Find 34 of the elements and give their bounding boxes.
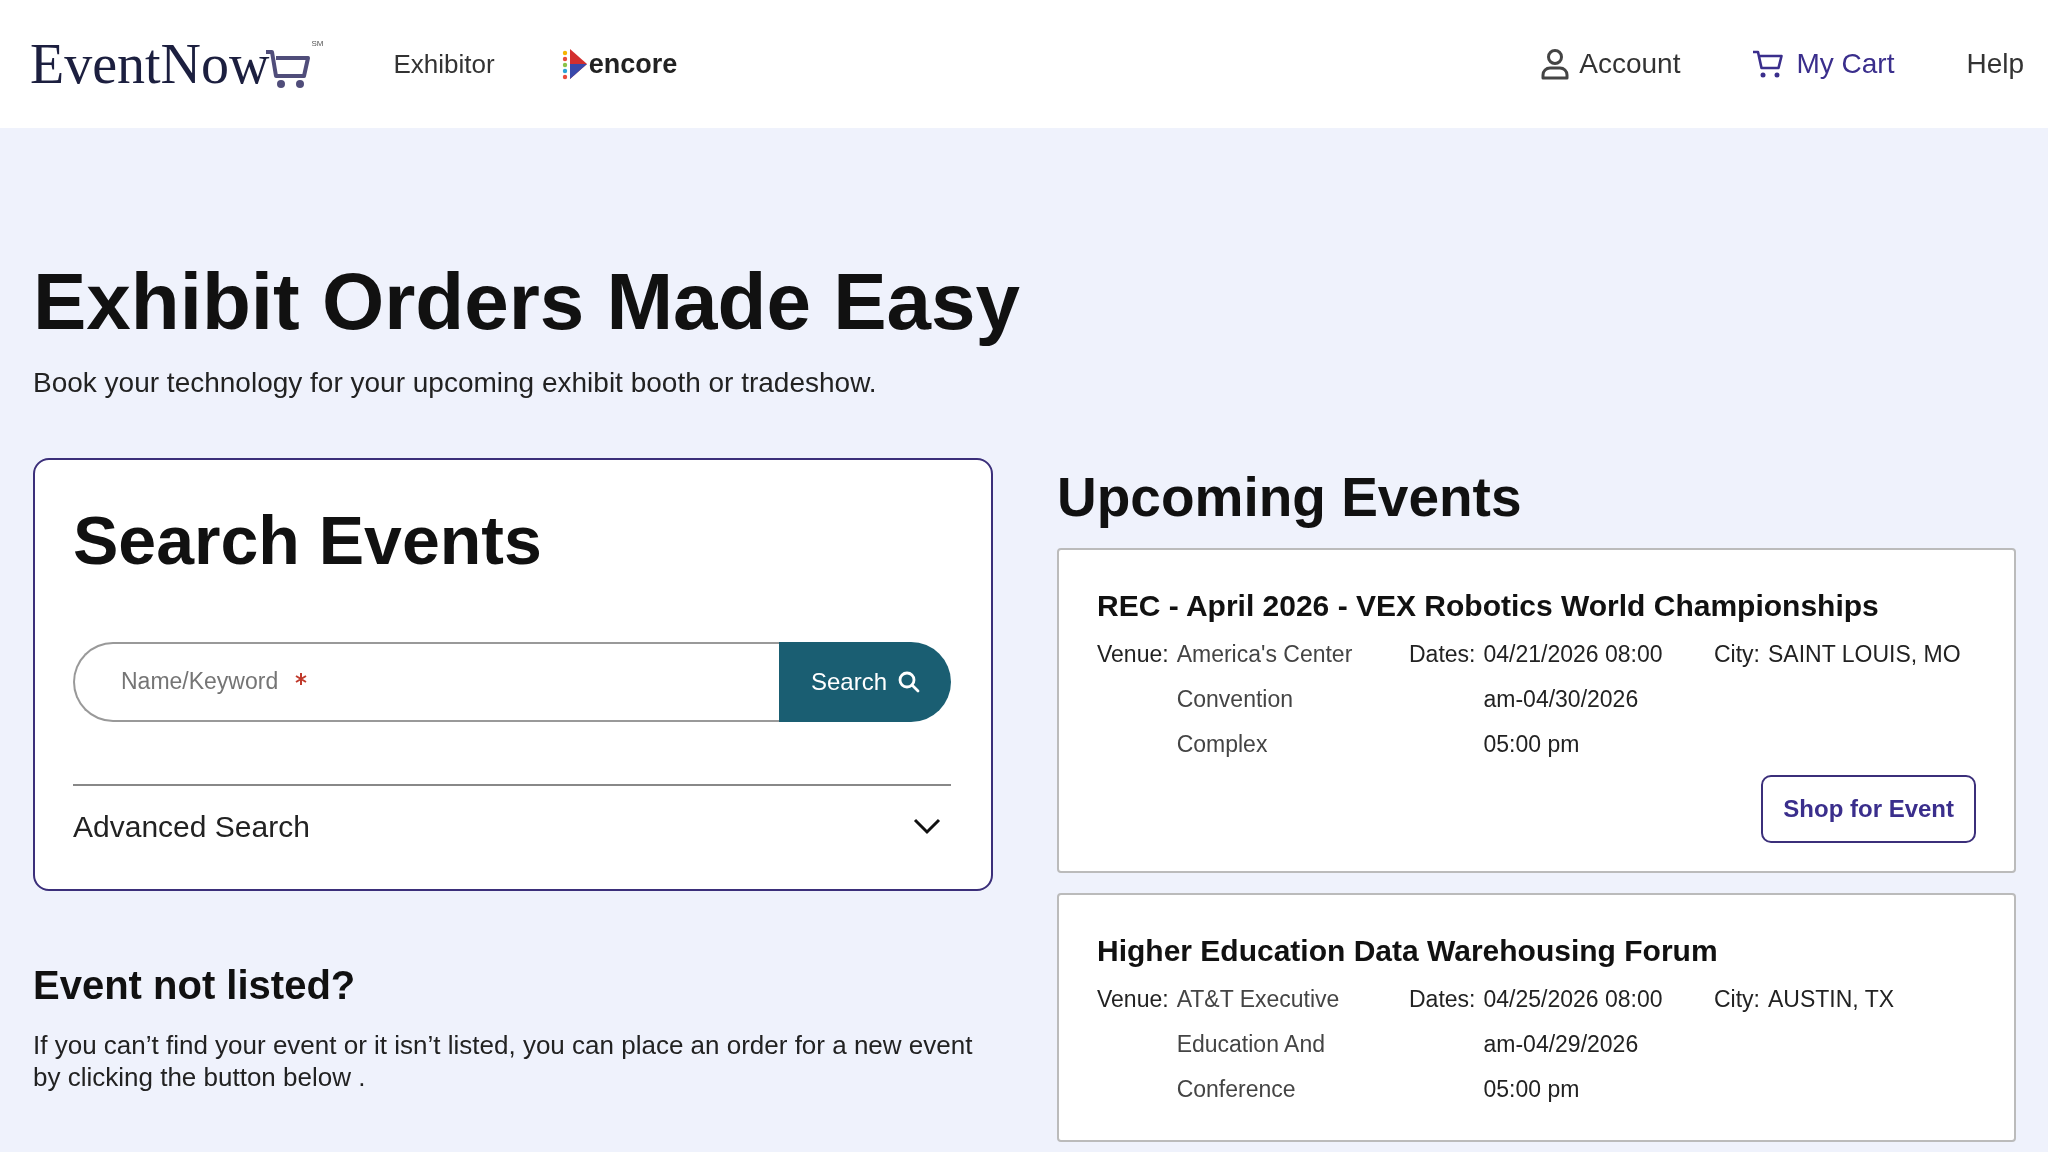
field-value: America's Center Convention Complex	[1176, 640, 1354, 759]
chevron-icon	[913, 817, 941, 836]
event-title: REC - April 2026 - VEX Robotics World Championships	[1097, 588, 1880, 624]
section-text: If you can’t find your event or it isn’t listed, you can place an order for a new event by clicking the button below .	[33, 1028, 974, 1094]
nav-link[interactable]: Account	[1541, 43, 1681, 85]
partner-logo[interactable]: encore	[560, 43, 678, 85]
field-label: Venue:	[1097, 985, 1169, 1014]
card-title: Search Events	[73, 501, 543, 580]
nav-link[interactable]: My Cart	[1752, 43, 1895, 85]
field-label: Dates:	[1409, 640, 1476, 669]
field-label: City:	[1714, 640, 1760, 669]
section-title: Upcoming Events	[1057, 465, 1523, 530]
nav-link[interactable]: Help	[1966, 43, 2024, 85]
advanced-search-toggle[interactable]: Advanced Search	[73, 783, 951, 849]
search-field[interactable]: Name/Keyword	[73, 641, 779, 722]
hero-subtitle: Book your technology for your upcoming exhibit booth or tradeshow.	[33, 366, 878, 400]
field-value: SAINT LOUIS, MO	[1768, 640, 1961, 669]
section-title: Event not listed?	[33, 961, 357, 1009]
event-title: Higher Education Data Warehousing Forum	[1097, 933, 1719, 969]
field-value: 04/25/2026 08:00 am-04/29/2026 05:00 pm	[1483, 985, 1664, 1104]
search-button[interactable]: Search	[778, 641, 951, 722]
search-icon	[897, 669, 921, 694]
shop-button[interactable]: Shop for Event	[1761, 775, 1976, 843]
field-value: AT&T Executive Education And Conference	[1176, 985, 1341, 1104]
field-label: City:	[1714, 985, 1760, 1014]
logo[interactable]: EventNow SM	[30, 36, 324, 92]
nav-link[interactable]: Exhibitor	[393, 44, 495, 84]
field-label: Dates:	[1409, 985, 1476, 1014]
field-label: Venue:	[1097, 640, 1169, 669]
cart-icon	[1752, 49, 1785, 79]
field-value: AUSTIN, TX	[1768, 985, 1895, 1014]
hero-title: Exhibit Orders Made Easy	[33, 258, 1022, 346]
user-icon	[1541, 48, 1570, 80]
field-value: 04/21/2026 08:00 am-04/30/2026 05:00 pm	[1483, 640, 1664, 759]
